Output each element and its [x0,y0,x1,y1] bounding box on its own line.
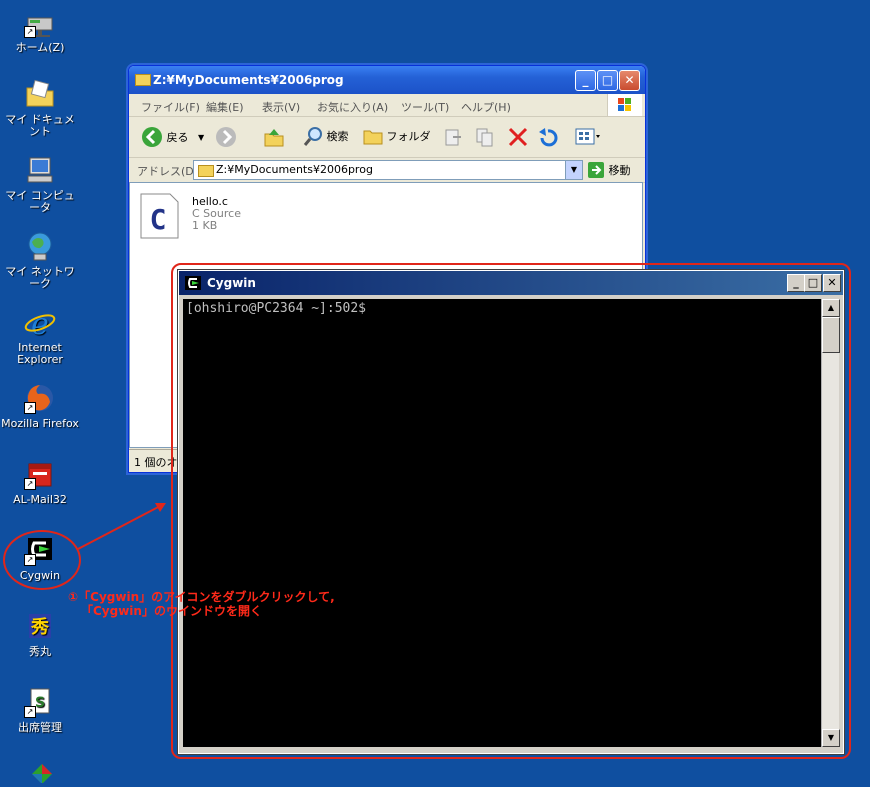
scroll-up-button[interactable]: ▲ [822,299,840,317]
terminal-area[interactable]: [ohshiro@PC2364 ~]:502$ [183,299,821,747]
scroll-down-button[interactable]: ▼ [822,729,840,747]
minimize-button[interactable]: _ [787,274,805,292]
close-button[interactable]: ✕ [823,274,841,292]
cygwin-titlebar[interactable]: Cygwin _ □ ✕ [179,271,843,295]
annotation-line-1: ①「Cygwin」のアイコンをダブルクリックして, [68,590,335,604]
annotation-line-2: 「Cygwin」のウインドウを開く [81,604,262,618]
cygwin-icon [185,276,201,290]
scroll-thumb[interactable] [822,317,840,353]
cygwin-window[interactable]: Cygwin _ □ ✕ [ohshiro@PC2364 ~]:502$ ▲ ▼ [177,269,845,755]
maximize-button[interactable]: □ [804,274,822,292]
terminal-prompt: [ohshiro@PC2364 ~]:502$ [186,301,367,316]
annotation-text: ①「Cygwin」のアイコンをダブルクリックして, 「Cygwin」のウインドウ… [68,590,335,618]
cygwin-title: Cygwin [207,276,256,290]
vertical-scrollbar[interactable]: ▲ ▼ [821,299,840,747]
